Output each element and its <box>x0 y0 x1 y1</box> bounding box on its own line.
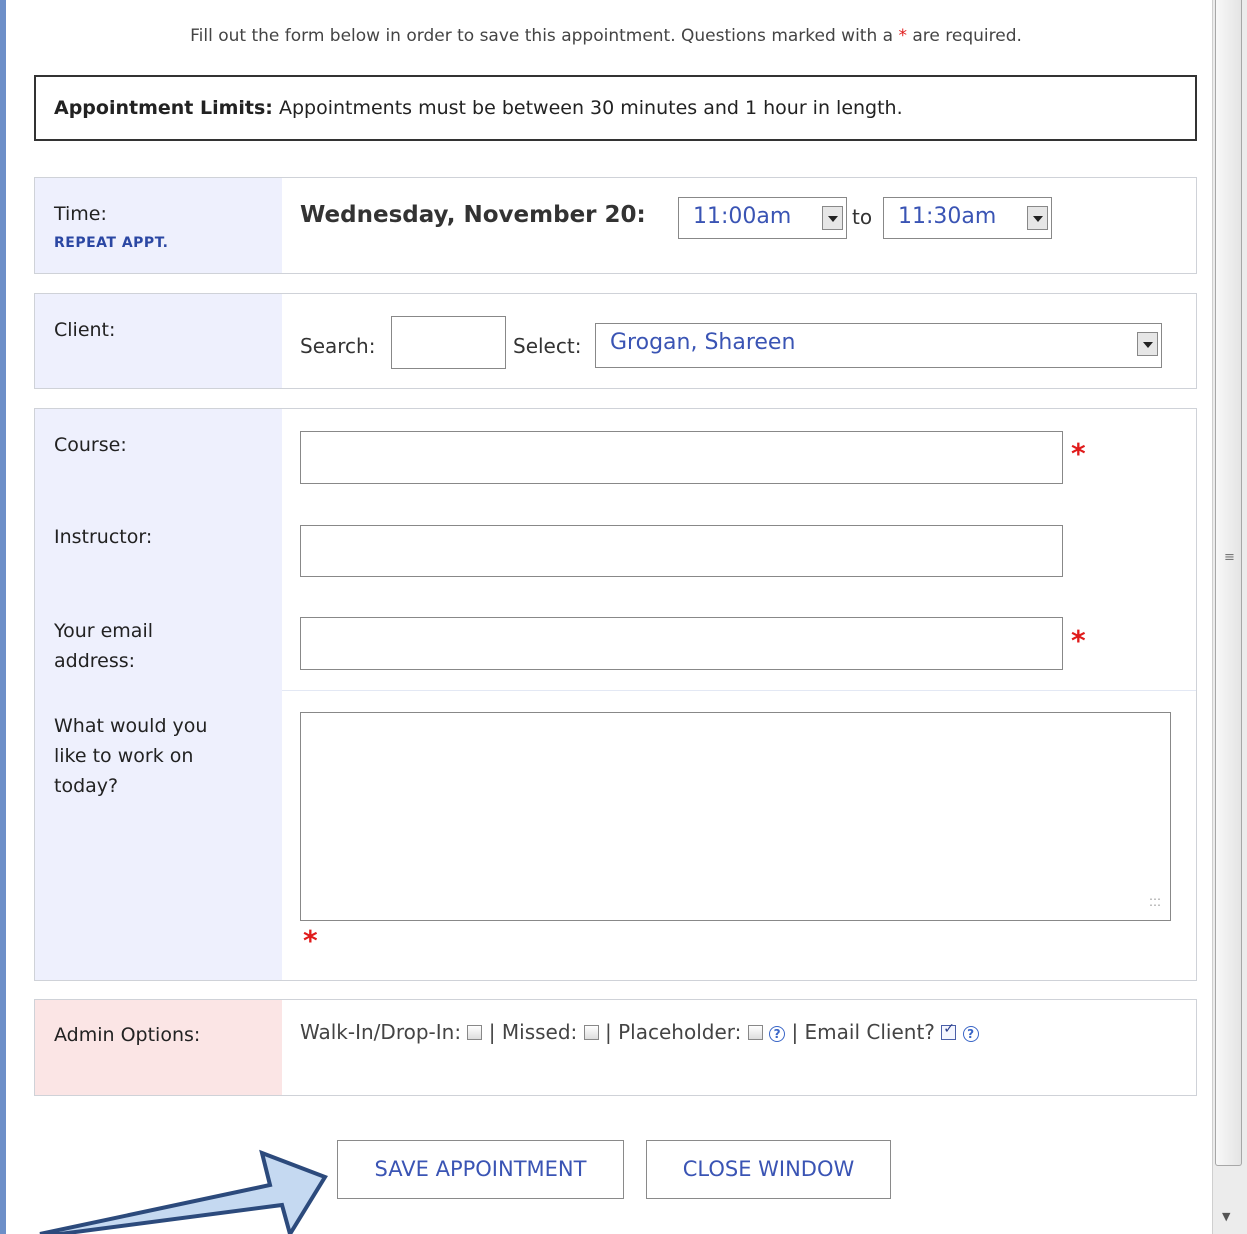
appointment-limits-notice: Appointment Limits: Appointments must be… <box>34 75 1197 141</box>
client-panel: Client: Search: Select: Grogan, Shareen <box>34 293 1197 389</box>
end-time-select[interactable]: 11:30am <box>883 197 1052 239</box>
missed-label: | Missed: <box>488 1020 578 1044</box>
details-label-cell: Course: Instructor: Your email address: … <box>35 409 282 980</box>
course-label: Course: <box>54 434 127 456</box>
start-time-select[interactable]: 11:00am <box>678 197 847 239</box>
window-left-edge <box>0 0 6 1234</box>
resize-grip-icon[interactable]: ⋯ ⋯ <box>1149 893 1161 911</box>
email-input[interactable] <box>300 617 1063 670</box>
time-label: Time: <box>54 203 107 225</box>
limits-heading: Appointment Limits: <box>54 97 273 119</box>
work-required-asterisk: * <box>303 924 318 957</box>
course-input[interactable] <box>300 431 1063 484</box>
client-select[interactable]: Grogan, Shareen <box>595 323 1162 368</box>
placeholder-help-icon[interactable]: ? <box>769 1026 786 1042</box>
save-appointment-button[interactable]: SAVE APPOINTMENT <box>337 1140 624 1199</box>
client-selected-value: Grogan, Shareen <box>610 330 796 355</box>
email-label-line2: address: <box>54 650 136 672</box>
admin-options-panel: Admin Options: Walk-In/Drop-In: | Missed… <box>34 999 1197 1096</box>
dropdown-arrow-icon[interactable] <box>1137 332 1158 356</box>
details-panel: Course: Instructor: Your email address: … <box>34 408 1197 981</box>
time-to-label: to <box>852 205 873 229</box>
client-label-cell: Client: <box>35 294 282 388</box>
missed-checkbox[interactable] <box>583 1025 599 1040</box>
row-divider <box>282 690 1196 691</box>
work-label-line1: What would you <box>54 715 208 737</box>
walk-in-checkbox[interactable] <box>467 1025 483 1040</box>
dropdown-arrow-icon[interactable] <box>822 206 843 230</box>
scrollbar-thumb[interactable] <box>1215 0 1242 1166</box>
scrollbar-grip-icon: ≡ <box>1224 550 1235 565</box>
work-label-line2: like to work on <box>54 745 194 767</box>
email-client-help-icon[interactable]: ? <box>962 1026 979 1042</box>
course-required-asterisk: * <box>1071 437 1086 470</box>
annotation-arrow-icon <box>39 1149 328 1234</box>
required-asterisk: * <box>898 26 907 46</box>
appointment-date: Wednesday, November 20: <box>300 202 646 228</box>
form-instructions: Fill out the form below in order to save… <box>0 26 1212 46</box>
placeholder-checkbox[interactable] <box>747 1025 763 1040</box>
instructions-text: Fill out the form below in order to save… <box>190 26 894 46</box>
time-label-cell: Time: REPEAT APPT. <box>35 178 282 273</box>
client-select-label: Select: <box>513 334 582 358</box>
instructions-text-end: are required. <box>912 26 1022 46</box>
start-time-value: 11:00am <box>693 204 792 229</box>
time-panel: Time: REPEAT APPT. Wednesday, November 2… <box>34 177 1197 274</box>
email-client-label: | Email Client? <box>791 1020 935 1044</box>
admin-options-row: Walk-In/Drop-In: | Missed: | Placeholder… <box>300 1020 979 1044</box>
admin-options-label: Admin Options: <box>54 1024 201 1046</box>
client-search-input[interactable] <box>391 316 506 369</box>
limits-text: Appointments must be between 30 minutes … <box>278 97 903 119</box>
walk-in-label: Walk-In/Drop-In: <box>300 1020 462 1044</box>
client-search-label: Search: <box>300 334 376 358</box>
placeholder-label: | Placeholder: <box>605 1020 742 1044</box>
work-label-line3: today? <box>54 775 119 797</box>
repeat-appointment-link[interactable]: REPEAT APPT. <box>54 235 168 251</box>
email-label-line1: Your email <box>54 620 153 642</box>
client-label: Client: <box>54 319 116 341</box>
instructor-input[interactable] <box>300 525 1063 577</box>
close-window-button[interactable]: CLOSE WINDOW <box>646 1140 891 1199</box>
email-required-asterisk: * <box>1071 624 1086 657</box>
work-on-textarea[interactable]: ⋯ ⋯ <box>300 712 1171 921</box>
email-client-checkbox[interactable] <box>941 1021 957 1040</box>
dropdown-arrow-icon[interactable] <box>1027 206 1048 230</box>
admin-label-cell: Admin Options: <box>35 1000 282 1095</box>
scroll-down-arrow-icon[interactable]: ▼ <box>1222 1210 1230 1223</box>
instructor-label: Instructor: <box>54 526 153 548</box>
end-time-value: 11:30am <box>898 204 997 229</box>
